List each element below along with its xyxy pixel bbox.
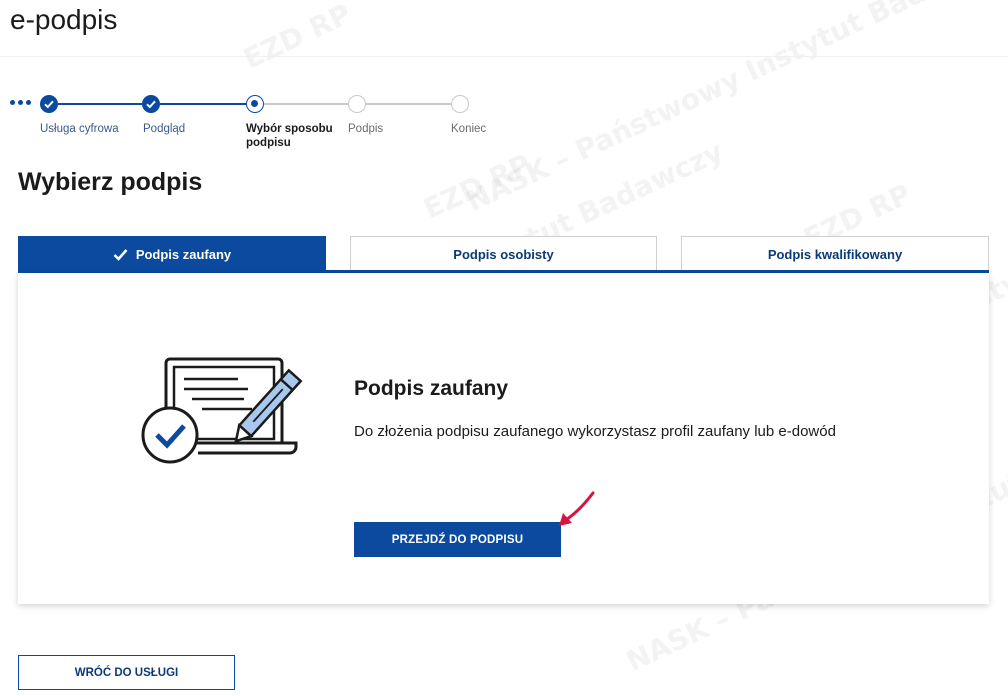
step-5-marker xyxy=(451,95,469,113)
step-connector xyxy=(264,103,348,105)
step-connector xyxy=(58,103,142,105)
tab-label: Podpis zaufany xyxy=(135,246,232,262)
step-3-current-marker xyxy=(246,95,264,113)
step-label-usluga-cyfrowa: Usługa cyfrowa xyxy=(40,123,119,135)
check-icon xyxy=(146,100,156,109)
step-label-podpis: Podpis xyxy=(348,123,384,135)
step-label-podglad: Podgląd xyxy=(143,123,186,135)
laptop-signature-icon xyxy=(141,357,303,464)
go-to-signature-button[interactable]: PRZEJDŹ DO PODPISU xyxy=(354,522,561,557)
back-to-service-button[interactable]: WRÓĆ DO USŁUGI xyxy=(18,655,235,690)
tab-label: Podpis osobisty xyxy=(453,247,554,262)
tab-podpis-osobisty[interactable]: Podpis osobisty xyxy=(350,236,657,272)
panel-title: Podpis zaufany xyxy=(354,377,509,400)
step-connector xyxy=(366,103,451,105)
step-2-done-marker xyxy=(142,95,160,113)
check-icon xyxy=(44,100,54,109)
watermark-text: NASK – Państwowy Instytut Badawczy xyxy=(461,0,1008,219)
page-heading: Wybierz podpis xyxy=(18,168,203,196)
tab-podpis-kwalifikowany[interactable]: Podpis kwalifikowany xyxy=(681,236,989,272)
title-divider xyxy=(0,56,1008,57)
step-label-koniec: Koniec xyxy=(451,123,487,135)
more-steps-icon xyxy=(10,100,31,105)
step-connector xyxy=(160,103,246,105)
tab-podpis-zaufany[interactable]: Podpis zaufany xyxy=(18,236,326,272)
check-icon xyxy=(113,248,128,261)
red-arrow-icon xyxy=(559,491,595,526)
panel-description: Do złożenia podpisu zaufanego wykorzysta… xyxy=(354,423,836,440)
step-4-marker xyxy=(348,95,366,113)
watermark-text: EZD RP xyxy=(238,0,357,76)
tab-label: Podpis kwalifikowany xyxy=(767,247,903,262)
signature-panel: Podpis zaufany Do złożenia podpisu zaufa… xyxy=(18,273,989,604)
step-label-wybor-sposobu-podpisu: Wybór sposobu podpisu xyxy=(246,123,333,149)
progress-stepper: Usługa cyfrowa Podgląd Wybór sposobu pod… xyxy=(0,92,540,162)
step-1-done-marker xyxy=(40,95,58,113)
app-title: e-podpis xyxy=(10,4,118,35)
